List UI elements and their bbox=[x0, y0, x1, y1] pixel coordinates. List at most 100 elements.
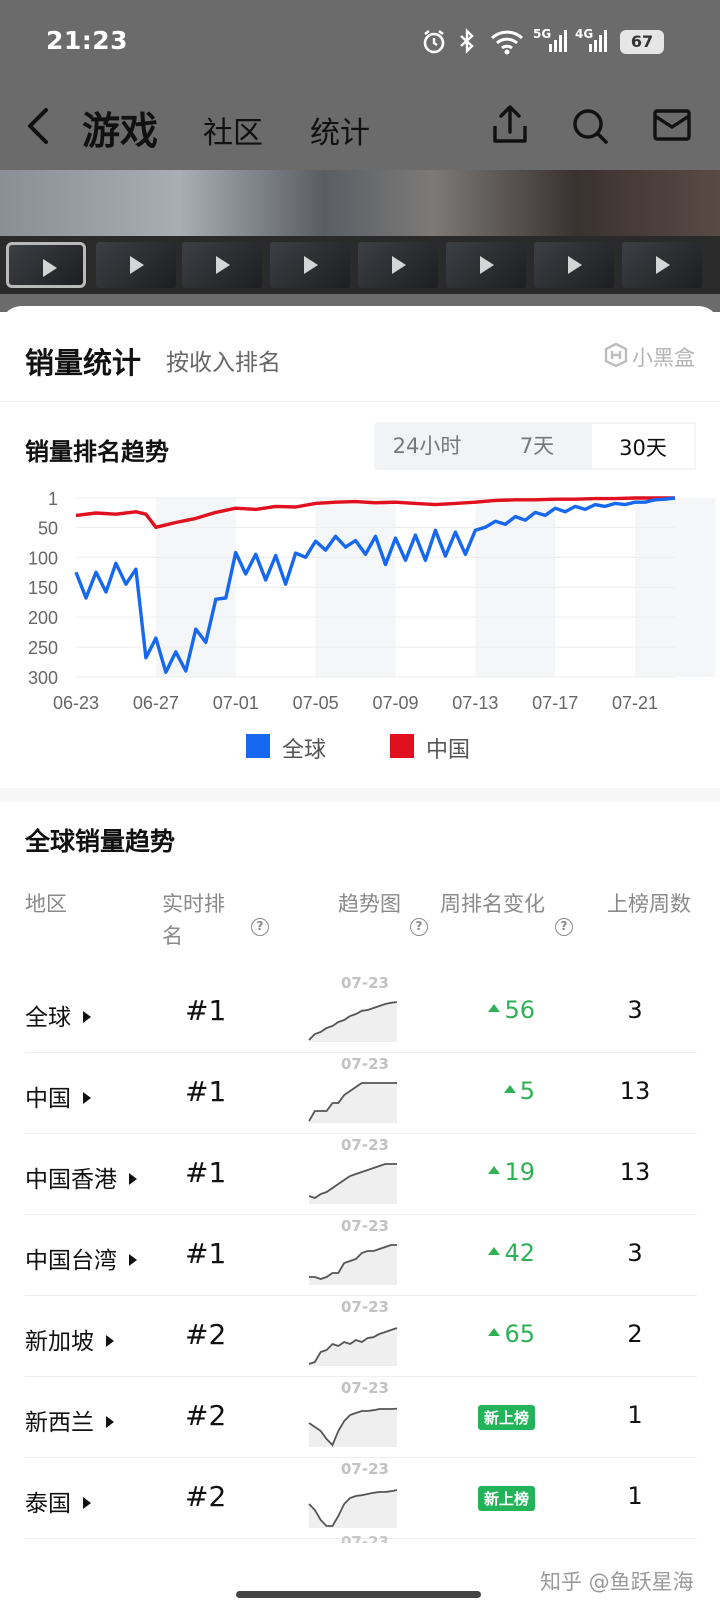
week-change: 56 bbox=[488, 996, 535, 1024]
week-change-value: 19 bbox=[504, 1158, 535, 1186]
media-thumbnail[interactable] bbox=[96, 242, 176, 288]
sales-stats-card: 销量统计 按收入排名 小黑盒 销量排名趋势 24小时 7天 30天 1 50 100… bbox=[0, 306, 720, 1610]
region-name[interactable]: 中国台湾 bbox=[25, 1241, 137, 1275]
play-icon bbox=[43, 259, 57, 277]
new-entry-badge: 新上榜 bbox=[477, 1486, 535, 1511]
y-tick-label: 100 bbox=[28, 548, 58, 568]
next-row-date: 07-23 bbox=[341, 1533, 389, 1543]
legend-label-global: 全球 bbox=[282, 738, 327, 763]
week-change-value: 56 bbox=[504, 996, 535, 1024]
tab-community[interactable]: 社区 bbox=[203, 108, 263, 152]
week-change-value: 5 bbox=[519, 1077, 535, 1105]
region-row[interactable]: 中国香港 #1 07-23 19 13 bbox=[25, 1134, 697, 1215]
expand-triangle-icon bbox=[106, 1334, 114, 1347]
y-tick-label: 250 bbox=[28, 638, 58, 658]
battery-level: 67 bbox=[630, 32, 654, 51]
region-name[interactable]: 泰国 bbox=[25, 1484, 91, 1518]
col-header-weeks: 上榜周数 bbox=[607, 892, 691, 916]
rank-help-icon[interactable]: ? bbox=[251, 918, 269, 936]
new-entry-badge: 新上榜 bbox=[477, 1405, 535, 1430]
nav-bar: 游戏 社区 统计 bbox=[0, 88, 720, 168]
region-row[interactable]: 全球 #1 07-23 56 3 bbox=[25, 972, 697, 1053]
col-header-rank: 实时排名 bbox=[162, 892, 225, 948]
media-thumbnail[interactable] bbox=[534, 242, 614, 288]
up-arrow-icon bbox=[503, 1085, 516, 1093]
live-rank: #2 bbox=[185, 1318, 227, 1351]
up-arrow-icon bbox=[488, 1247, 501, 1255]
media-thumbnail[interactable] bbox=[622, 242, 702, 288]
media-thumbnail[interactable] bbox=[182, 242, 262, 288]
week-change: 19 bbox=[488, 1158, 535, 1186]
share-icon[interactable] bbox=[490, 104, 530, 146]
spark-help-icon[interactable]: ? bbox=[410, 918, 428, 936]
week-change: 5 bbox=[503, 1077, 535, 1105]
media-thumbnail[interactable] bbox=[446, 242, 526, 288]
region-row[interactable]: 中国台湾 #1 07-23 42 3 bbox=[25, 1215, 697, 1296]
region-row[interactable]: 新加坡 #2 07-23 65 2 bbox=[25, 1296, 697, 1377]
region-row[interactable]: 新西兰 #2 07-23 新上榜 1 bbox=[25, 1377, 697, 1458]
tab-statistics[interactable]: 统计 bbox=[310, 108, 370, 152]
sparkline-area bbox=[309, 1328, 397, 1366]
live-rank: #2 bbox=[185, 1399, 227, 1432]
spark-date: 07-23 bbox=[341, 1298, 389, 1316]
y-tick-label: 50 bbox=[38, 518, 58, 538]
wifi-icon bbox=[490, 30, 524, 55]
region-name[interactable]: 新西兰 bbox=[25, 1403, 114, 1437]
weeks-on-chart: 3 bbox=[627, 996, 643, 1024]
up-arrow-icon bbox=[488, 1004, 501, 1012]
media-thumbnail[interactable] bbox=[270, 242, 350, 288]
x-tick-label: 07-13 bbox=[452, 693, 498, 713]
spark-date: 07-23 bbox=[341, 1136, 389, 1154]
sparkline bbox=[308, 1327, 398, 1366]
mail-icon[interactable] bbox=[652, 108, 692, 142]
media-banner[interactable] bbox=[0, 170, 720, 236]
weeks-on-chart: 3 bbox=[627, 1239, 643, 1267]
live-rank: #2 bbox=[185, 1480, 227, 1513]
watermark: 知乎 @鱼跃星海 bbox=[540, 1570, 694, 1594]
media-thumbnail[interactable] bbox=[6, 242, 86, 288]
expand-triangle-icon bbox=[129, 1172, 137, 1185]
col-header-spark: 趋势图 bbox=[338, 892, 401, 916]
region-row[interactable]: 泰国 #2 07-23 新上榜 1 bbox=[25, 1458, 697, 1539]
media-thumbnail[interactable] bbox=[358, 242, 438, 288]
play-icon bbox=[392, 256, 406, 274]
status-bar: 21:23 5G 4G 67 bbox=[0, 0, 720, 80]
region-name[interactable]: 中国香港 bbox=[25, 1160, 137, 1194]
change-help-icon[interactable]: ? bbox=[555, 918, 573, 936]
up-arrow-icon bbox=[488, 1166, 501, 1174]
tab-game[interactable]: 游戏 bbox=[82, 100, 158, 155]
region-name[interactable]: 全球 bbox=[25, 998, 91, 1032]
live-rank: #1 bbox=[185, 1237, 227, 1270]
alarm-icon bbox=[423, 29, 445, 54]
week-change: 42 bbox=[488, 1239, 535, 1267]
region-row[interactable]: 中国 #1 07-23 5 13 bbox=[25, 1053, 697, 1134]
signal-bars-icon bbox=[549, 30, 567, 52]
region-label: 中国台湾 bbox=[25, 1248, 117, 1274]
home-indicator[interactable] bbox=[236, 1591, 481, 1598]
region-label: 全球 bbox=[25, 1005, 71, 1031]
region-name[interactable]: 新加坡 bbox=[25, 1322, 114, 1356]
sparkline bbox=[308, 1407, 398, 1447]
region-name[interactable]: 中国 bbox=[25, 1079, 91, 1113]
legend-swatch-global bbox=[246, 734, 270, 758]
region-label: 泰国 bbox=[25, 1491, 71, 1517]
play-icon bbox=[216, 256, 230, 274]
weeks-on-chart: 1 bbox=[627, 1482, 643, 1510]
weeks-on-chart: 1 bbox=[627, 1401, 643, 1429]
card-header: 销量统计 按收入排名 小黑盒 bbox=[0, 306, 720, 402]
spark-date: 07-23 bbox=[341, 1460, 389, 1478]
col-header-region: 地区 bbox=[25, 892, 67, 916]
play-icon bbox=[130, 256, 144, 274]
weeks-on-chart: 13 bbox=[619, 1077, 651, 1105]
global-trend-title: 全球销量趋势 bbox=[25, 827, 176, 856]
range-24h[interactable]: 24小时 bbox=[374, 422, 480, 470]
region-label: 中国香港 bbox=[25, 1167, 117, 1193]
y-tick-label: 1 bbox=[48, 489, 58, 509]
chart-legend: 全球 中国 bbox=[0, 726, 720, 766]
sparkline bbox=[308, 1489, 398, 1528]
range-30d[interactable]: 30天 bbox=[590, 422, 696, 470]
range-7d[interactable]: 7天 bbox=[484, 422, 590, 470]
search-icon[interactable] bbox=[570, 106, 610, 146]
back-arrow-icon[interactable] bbox=[24, 106, 54, 146]
signal-bars-icon bbox=[589, 30, 607, 52]
